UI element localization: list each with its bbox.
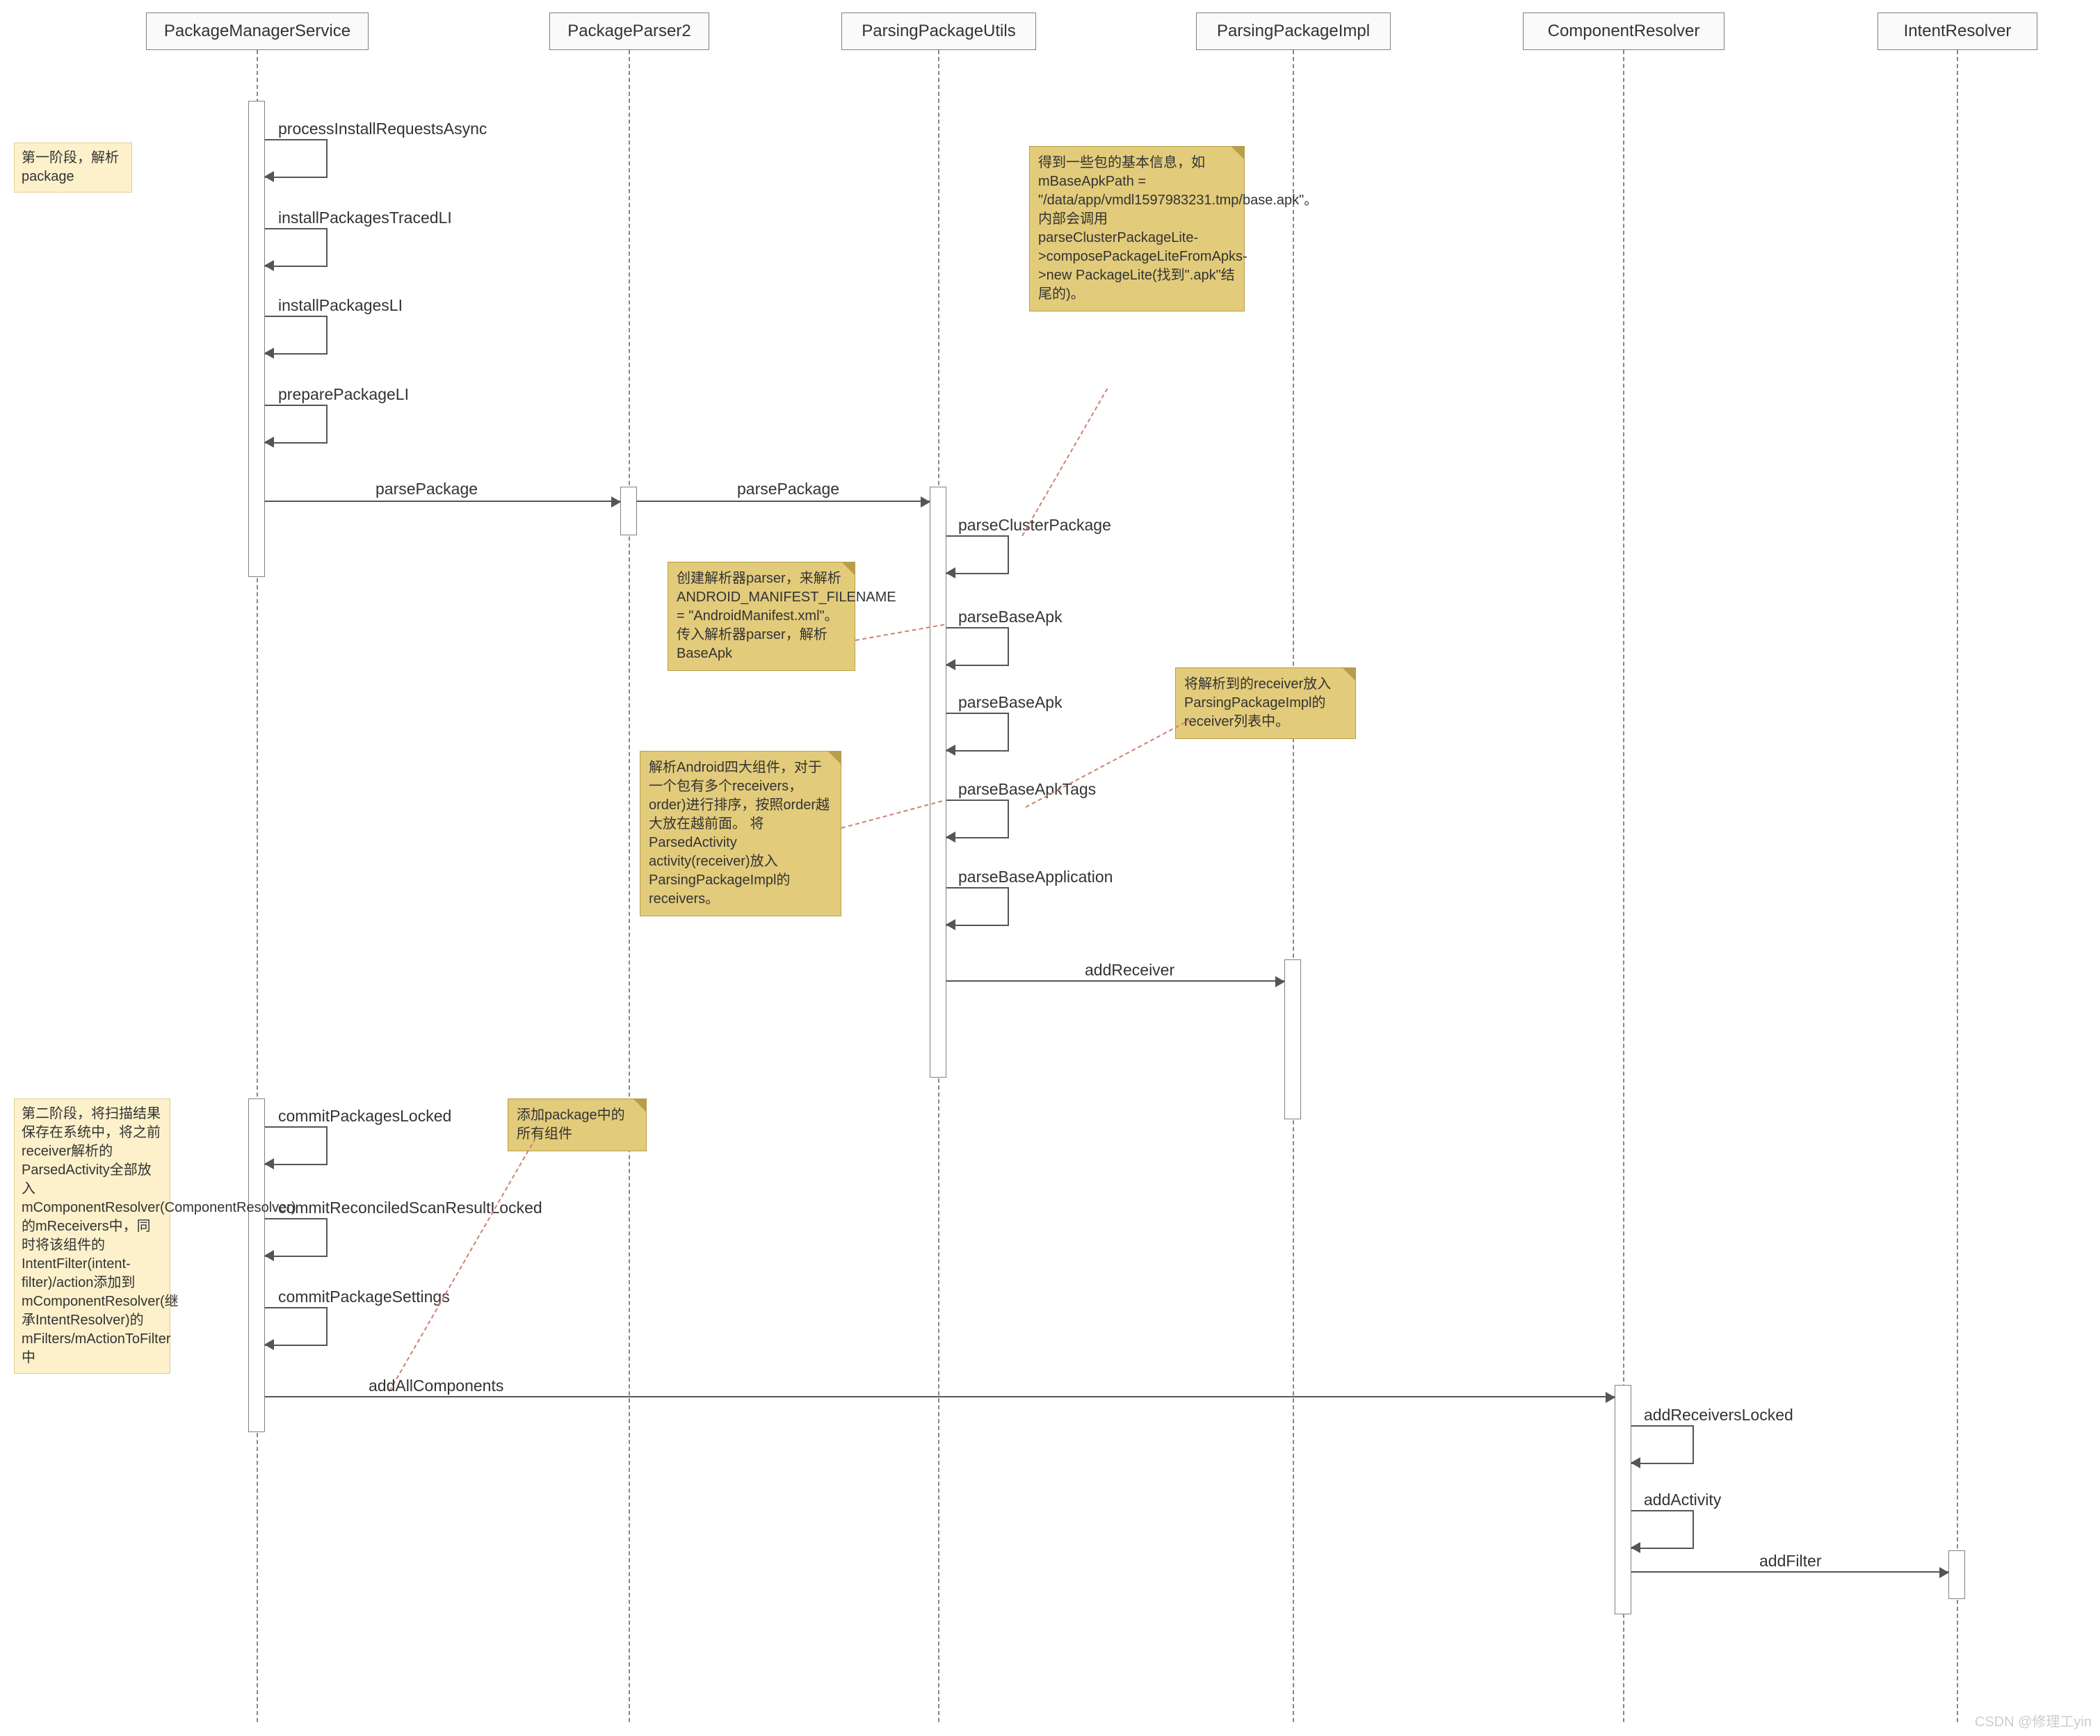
note-connector <box>389 1138 536 1392</box>
selfcall-label: parseBaseApplication <box>958 868 1113 886</box>
selfcall <box>1631 1510 1694 1549</box>
participant-intentresolver: IntentResolver <box>1877 13 2037 50</box>
selfcall-label: parseBaseApkTags <box>958 780 1096 799</box>
message-arrow <box>1631 1571 1948 1573</box>
selfcall <box>265 1307 328 1346</box>
message-arrow <box>637 501 930 502</box>
note-cluster: 得到一些包的基本信息，如mBaseApkPath = "/data/app/vm… <box>1029 146 1245 311</box>
participant-packageparser2: PackageParser2 <box>549 13 709 50</box>
lifeline <box>629 50 630 1722</box>
selfcall <box>946 887 1009 926</box>
activation-bar <box>1615 1385 1631 1614</box>
selfcall <box>265 1126 328 1165</box>
note-components: 解析Android四大组件，对于一个包有多个receivers，order)进行… <box>640 751 841 916</box>
selfcall-label: commitPackagesLocked <box>278 1107 451 1126</box>
note-addall: 添加package中的所有组件 <box>508 1098 647 1151</box>
selfcall <box>265 228 328 267</box>
lifeline <box>1957 50 1958 1722</box>
activation-bar <box>620 487 637 535</box>
activation-bar <box>930 487 946 1078</box>
note-receiver: 将解析到的receiver放入ParsingPackageImpl的receiv… <box>1175 667 1356 739</box>
selfcall-label: commitReconciledScanResultLocked <box>278 1199 542 1217</box>
lifeline <box>1293 50 1294 1722</box>
selfcall <box>265 316 328 355</box>
sequence-diagram: PackageManagerService PackageParser2 Par… <box>0 0 2100 1736</box>
message-label: addFilter <box>1759 1552 1821 1571</box>
selfcall-label: parseBaseApk <box>958 693 1063 712</box>
participant-parsingpackageutils: ParsingPackageUtils <box>841 13 1036 50</box>
participant-componentresolver: ComponentResolver <box>1523 13 1725 50</box>
note-connector <box>841 800 942 829</box>
message-label: parsePackage <box>737 480 839 498</box>
activation-bar <box>248 1098 265 1432</box>
phase1-note: 第一阶段，解析package <box>14 143 132 193</box>
selfcall-label: installPackagesTracedLI <box>278 209 452 227</box>
message-arrow <box>265 1396 1615 1397</box>
selfcall-label: installPackagesLI <box>278 296 403 315</box>
selfcall <box>1631 1425 1694 1464</box>
note-connector <box>1021 388 1108 536</box>
note-connector <box>1026 718 1192 808</box>
selfcall <box>265 139 328 178</box>
selfcall-label: parseBaseApk <box>958 608 1063 626</box>
message-label: addReceiver <box>1085 961 1174 980</box>
selfcall-label: processInstallRequestsAsync <box>278 120 487 138</box>
selfcall <box>946 535 1009 574</box>
selfcall-label: commitPackageSettings <box>278 1288 450 1306</box>
message-label: parsePackage <box>375 480 478 498</box>
selfcall <box>946 627 1009 666</box>
selfcall <box>946 713 1009 752</box>
activation-bar <box>1284 959 1301 1119</box>
message-arrow <box>265 501 620 502</box>
phase2-note: 第二阶段，将扫描结果保存在系统中，将之前receiver解析的ParsedAct… <box>14 1098 170 1374</box>
message-arrow <box>946 980 1284 982</box>
selfcall <box>265 405 328 444</box>
selfcall-label: addActivity <box>1644 1491 1721 1509</box>
activation-bar <box>1948 1550 1965 1599</box>
selfcall-label: addReceiversLocked <box>1644 1406 1793 1425</box>
selfcall-label: parseClusterPackage <box>958 516 1111 535</box>
selfcall-label: preparePackageLI <box>278 385 409 404</box>
note-parser: 创建解析器parser，来解析ANDROID_MANIFEST_FILENAME… <box>668 562 855 671</box>
message-label: addAllComponents <box>369 1377 503 1395</box>
activation-bar <box>248 101 265 577</box>
participant-packagemanagerservice: PackageManagerService <box>146 13 369 50</box>
watermark: CSDN @修理工yin <box>1975 1710 2092 1730</box>
selfcall <box>946 800 1009 838</box>
participant-parsingpackageimpl: ParsingPackageImpl <box>1196 13 1391 50</box>
selfcall <box>265 1218 328 1257</box>
